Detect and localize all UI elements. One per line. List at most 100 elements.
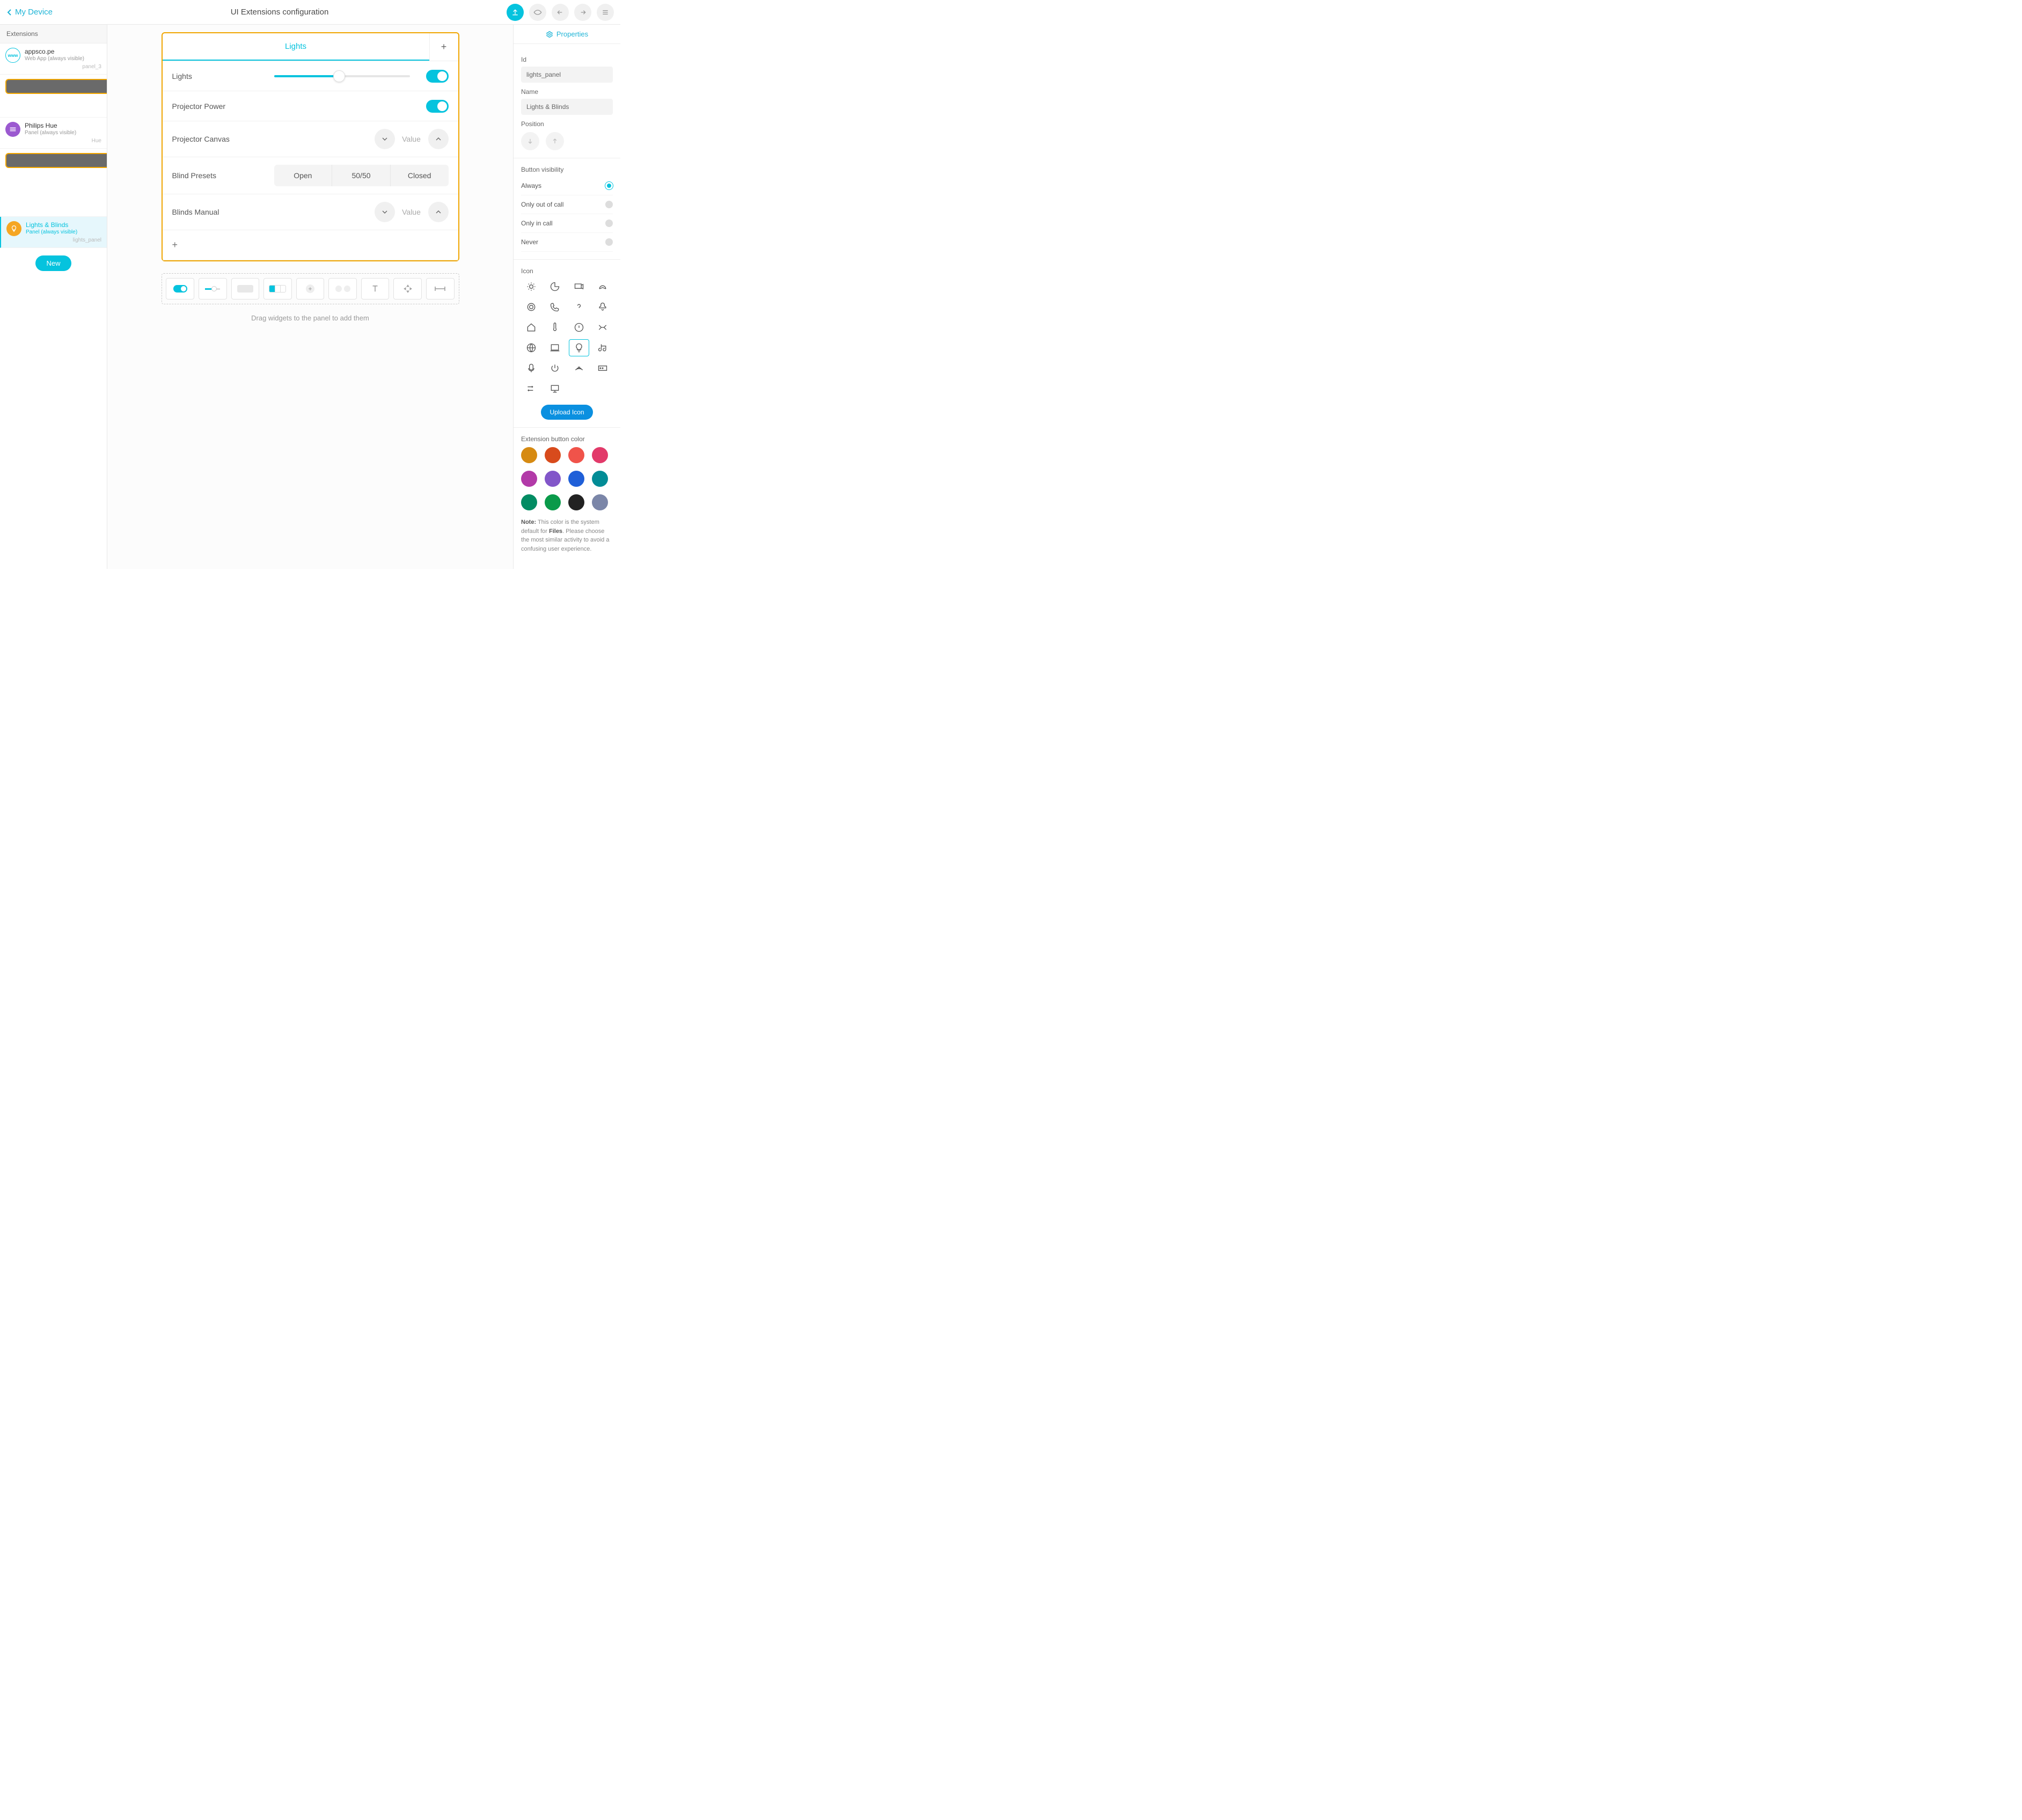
- icon-option[interactable]: [592, 298, 613, 316]
- icon-option[interactable]: [521, 278, 541, 295]
- row-lights-slider[interactable]: Lights: [163, 61, 458, 91]
- name-input[interactable]: [521, 99, 613, 115]
- blinds-down-button[interactable]: [375, 202, 395, 222]
- lights-slider[interactable]: [274, 75, 410, 77]
- sidebar-header: Extensions: [0, 25, 107, 43]
- visibility-option[interactable]: Never: [521, 233, 613, 252]
- color-swatch[interactable]: [592, 494, 608, 510]
- canvas-down-button[interactable]: [375, 129, 395, 149]
- preview-button[interactable]: [529, 4, 546, 21]
- back-button[interactable]: My Device: [6, 8, 53, 17]
- row-projector-canvas[interactable]: Projector Canvas Value: [163, 121, 458, 157]
- panel-tab-lights[interactable]: Lights: [163, 33, 429, 61]
- add-tab-button[interactable]: +: [429, 33, 458, 61]
- icon-option[interactable]: [545, 360, 565, 377]
- panel-icon: [5, 79, 107, 94]
- widget-directional[interactable]: [393, 278, 422, 299]
- icon-option[interactable]: [592, 360, 613, 377]
- add-row-button[interactable]: +: [163, 230, 458, 260]
- preset-open[interactable]: Open: [274, 165, 332, 186]
- visibility-option-label: Only out of call: [521, 201, 563, 208]
- icon-option[interactable]: [545, 278, 565, 295]
- row-blind-presets[interactable]: Blind Presets Open 50/50 Closed: [163, 157, 458, 194]
- position-down-button[interactable]: [521, 132, 539, 150]
- color-swatch[interactable]: [592, 447, 608, 463]
- color-swatch[interactable]: [545, 471, 561, 487]
- export-button[interactable]: [507, 4, 524, 21]
- preset-closed[interactable]: Closed: [390, 165, 449, 186]
- icon-option[interactable]: [521, 360, 541, 377]
- icon-glyph: [574, 322, 584, 333]
- icon-option[interactable]: [569, 298, 589, 316]
- icon-option[interactable]: [569, 278, 589, 295]
- widget-text[interactable]: [361, 278, 390, 299]
- icon-option[interactable]: [521, 319, 541, 336]
- position-up-button[interactable]: [546, 132, 564, 150]
- row-blinds-manual[interactable]: Blinds Manual Value: [163, 194, 458, 230]
- visibility-option[interactable]: Only out of call: [521, 195, 613, 214]
- icon-option[interactable]: [569, 339, 589, 356]
- sidebar-item-panel_2[interactable]: PanelPanel (always visible)panel_2: [0, 75, 107, 118]
- widget-spacer[interactable]: [426, 278, 455, 299]
- sidebar-item-Hue[interactable]: Philips HuePanel (always visible)Hue: [0, 118, 107, 149]
- visibility-option[interactable]: Always: [521, 177, 613, 195]
- canvas-up-button[interactable]: [428, 129, 449, 149]
- redo-button[interactable]: [574, 4, 591, 21]
- widget-spinner-single[interactable]: +: [296, 278, 325, 299]
- header-actions: [507, 4, 614, 21]
- icon-option[interactable]: [592, 339, 613, 356]
- icon-option[interactable]: [521, 298, 541, 316]
- sidebar-item-panel_1[interactable]: Apple TVPanel (only visible out of call)…: [0, 149, 107, 217]
- icon-glyph: [526, 322, 537, 333]
- color-swatch[interactable]: [521, 471, 537, 487]
- menu-button[interactable]: [597, 4, 614, 21]
- widget-toggle[interactable]: [166, 278, 194, 299]
- sidebar-item-lights_panel[interactable]: Lights & BlindsPanel (always visible)lig…: [0, 217, 107, 248]
- header: My Device UI Extensions configuration: [0, 0, 620, 25]
- color-swatch[interactable]: [545, 447, 561, 463]
- icon-option[interactable]: [545, 319, 565, 336]
- color-swatch[interactable]: [521, 494, 537, 510]
- icon-option[interactable]: [521, 339, 541, 356]
- icon-option[interactable]: [545, 380, 565, 397]
- color-swatch[interactable]: [568, 494, 584, 510]
- blind-presets-group: Open 50/50 Closed: [274, 165, 449, 186]
- icon-option[interactable]: [592, 278, 613, 295]
- widget-spinner[interactable]: [328, 278, 357, 299]
- canvas: Lights + Lights Projector Power Projecto…: [107, 25, 513, 569]
- color-note: Note: This color is the system default f…: [521, 518, 613, 553]
- icon-option[interactable]: [569, 360, 589, 377]
- id-input[interactable]: [521, 67, 613, 83]
- upload-icon-button[interactable]: Upload Icon: [541, 405, 592, 420]
- color-swatch[interactable]: [592, 471, 608, 487]
- undo-button[interactable]: [552, 4, 569, 21]
- color-swatch[interactable]: [521, 447, 537, 463]
- icon-option[interactable]: [521, 380, 541, 397]
- www-icon: www: [5, 48, 20, 63]
- new-extension-button[interactable]: New: [35, 255, 71, 271]
- color-swatch[interactable]: [545, 494, 561, 510]
- sidebar-item-panel_3[interactable]: wwwappsco.peWeb App (always visible)pane…: [0, 43, 107, 75]
- row-projector-power[interactable]: Projector Power: [163, 91, 458, 121]
- blinds-up-button[interactable]: [428, 202, 449, 222]
- icon-option[interactable]: [592, 319, 613, 336]
- color-swatch[interactable]: [568, 447, 584, 463]
- widget-group-button[interactable]: [263, 278, 292, 299]
- icon-glyph: [597, 342, 608, 353]
- icon-option[interactable]: [569, 319, 589, 336]
- icon-glyph: [574, 302, 584, 312]
- projector-power-toggle[interactable]: [426, 100, 449, 113]
- page-title: UI Extensions configuration: [53, 8, 507, 17]
- color-swatch[interactable]: [568, 471, 584, 487]
- visibility-option-label: Always: [521, 182, 541, 189]
- widget-button[interactable]: [231, 278, 260, 299]
- icon-option[interactable]: [545, 339, 565, 356]
- preset-5050[interactable]: 50/50: [332, 165, 390, 186]
- visibility-option[interactable]: Only in call: [521, 214, 613, 233]
- icon-glyph: [550, 302, 560, 312]
- properties-tab[interactable]: Properties: [514, 25, 620, 44]
- icon-option[interactable]: [545, 298, 565, 316]
- widget-slider[interactable]: [199, 278, 227, 299]
- lights-toggle[interactable]: [426, 70, 449, 83]
- back-label: My Device: [15, 8, 53, 17]
